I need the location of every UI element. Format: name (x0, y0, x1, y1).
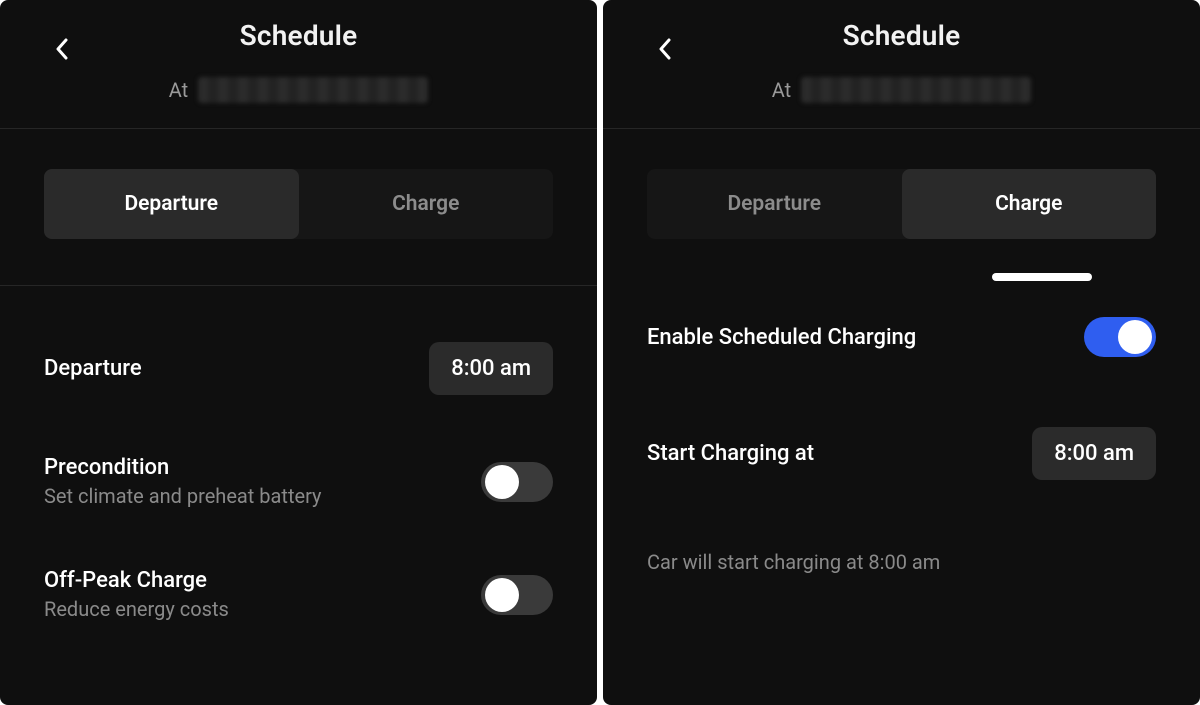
tab-departure[interactable]: Departure (647, 169, 902, 239)
page-title: Schedule (240, 19, 358, 52)
tab-charge[interactable]: Charge (299, 169, 554, 239)
offpeak-sublabel: Reduce energy costs (44, 597, 229, 621)
location-subheader: At (603, 70, 1200, 110)
divider (603, 128, 1200, 129)
toggle-knob (485, 465, 519, 499)
chevron-left-icon (55, 38, 69, 60)
location-redacted (198, 77, 428, 103)
offpeak-row: Off-Peak Charge Reduce energy costs (44, 568, 553, 621)
enable-scheduled-toggle[interactable] (1084, 317, 1156, 357)
chevron-left-icon (658, 38, 672, 60)
start-charging-label: Start Charging at (647, 441, 814, 466)
divider (0, 285, 597, 286)
location-redacted (801, 77, 1031, 103)
mode-tabs: Departure Charge (44, 169, 553, 239)
header: Schedule (603, 0, 1200, 70)
start-charging-row: Start Charging at 8:00 am (647, 427, 1156, 480)
charge-content: Enable Scheduled Charging Start Charging… (603, 317, 1200, 574)
enable-scheduled-row: Enable Scheduled Charging (647, 317, 1156, 357)
enable-scheduled-label: Enable Scheduled Charging (647, 325, 916, 350)
page-title: Schedule (843, 19, 961, 52)
left-panel: Schedule At Departure Charge Departure 8… (0, 0, 597, 705)
right-panel: Schedule At Departure Charge Enable Sche… (603, 0, 1200, 705)
precondition-label: Precondition (44, 455, 322, 480)
tab-departure[interactable]: Departure (44, 169, 299, 239)
tab-charge[interactable]: Charge (902, 169, 1157, 239)
mode-tabs: Departure Charge (647, 169, 1156, 239)
back-button[interactable] (48, 35, 76, 63)
header: Schedule (0, 0, 597, 70)
precondition-sublabel: Set climate and preheat battery (44, 484, 322, 508)
toggle-knob (485, 578, 519, 612)
departure-time-row: Departure 8:00 am (44, 342, 553, 395)
charging-hint: Car will start charging at 8:00 am (647, 550, 1156, 574)
location-prefix: At (169, 78, 188, 102)
back-button[interactable] (651, 35, 679, 63)
location-prefix: At (772, 78, 791, 102)
precondition-toggle[interactable] (481, 462, 553, 502)
start-charging-time-picker[interactable]: 8:00 am (1032, 427, 1156, 480)
departure-time-picker[interactable]: 8:00 am (429, 342, 553, 395)
active-tab-indicator (992, 273, 1092, 281)
precondition-row: Precondition Set climate and preheat bat… (44, 455, 553, 508)
departure-content: Departure 8:00 am Precondition Set clima… (0, 342, 597, 621)
offpeak-label: Off-Peak Charge (44, 568, 229, 593)
departure-label: Departure (44, 356, 142, 381)
location-subheader: At (0, 70, 597, 110)
toggle-knob (1118, 320, 1152, 354)
divider (0, 128, 597, 129)
offpeak-toggle[interactable] (481, 575, 553, 615)
